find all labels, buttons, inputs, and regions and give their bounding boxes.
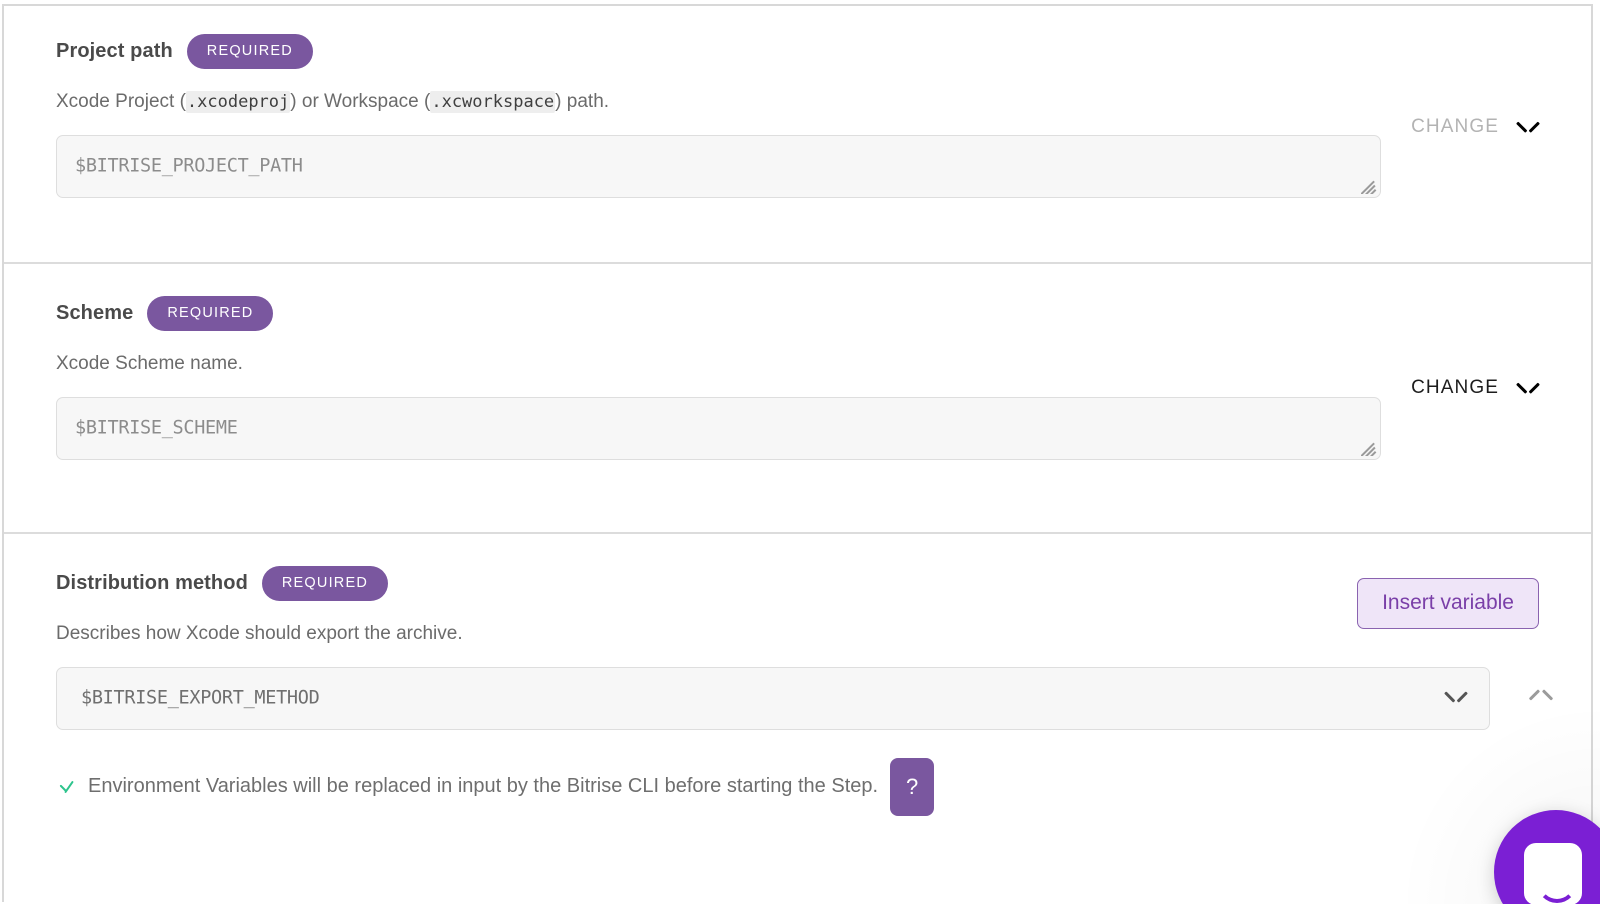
scheme-title: Scheme [56,302,134,324]
scheme-description: Xcode Scheme name. [56,353,243,374]
scheme-change-label: CHANGE [1411,377,1499,398]
distribution-method-select[interactable]: $BITRISE_EXPORT_METHOD [56,666,1490,730]
project-path-change-button[interactable]: CHANGE [1411,116,1539,138]
step-input-editor: Project path REQUIRED Xcode Project (.xc… [0,0,1600,904]
desc-text: ) path. [555,91,610,112]
env-var-note-text: Environment Variables will be replaced i… [88,775,879,798]
scheme-input[interactable]: $BITRISE_SCHEME [56,396,1381,460]
project-path-header: Project path REQUIRED [56,34,1539,69]
desc-text: Xcode Project ( [56,91,186,112]
project-path-title: Project path [56,40,173,62]
resize-grip-icon[interactable] [1361,178,1377,194]
distribution-method-required-badge: REQUIRED [261,566,389,601]
chat-smile-icon [1537,879,1577,903]
project-path-required-badge: REQUIRED [186,34,313,69]
project-path-description: Xcode Project (.xcodeproj) or Workspace … [56,89,1539,115]
chevron-down-icon [1517,382,1539,395]
desc-text: ) or Workspace ( [290,91,431,112]
distribution-method-value: $BITRISE_EXPORT_METHOD [81,687,320,709]
project-path-input[interactable]: $BITRISE_PROJECT_PATH [56,134,1381,198]
env-var-help-button[interactable]: ? [890,757,935,816]
scheme-input-value: $BITRISE_SCHEME [75,417,238,439]
scheme-change-button[interactable]: CHANGE [1411,377,1539,399]
distribution-method-header: Distribution method REQUIRED [56,566,1539,601]
chevron-down-icon [1517,121,1539,134]
section-project-path: Project path REQUIRED Xcode Project (.xc… [4,6,1591,264]
scroll-to-top-button[interactable] [1530,698,1552,716]
distribution-method-title: Distribution method [56,572,248,594]
scheme-header: Scheme REQUIRED [56,296,1539,331]
desc-code-xcworkspace: .xcworkspace [430,91,556,113]
scheme-required-badge: REQUIRED [147,296,274,331]
section-scheme: Scheme REQUIRED Xcode Scheme name. $BITR… [4,264,1591,534]
check-icon [56,776,78,798]
project-path-change-label: CHANGE [1411,116,1499,137]
insert-variable-button[interactable]: Insert variable [1357,578,1539,629]
desc-code-xcodeproj: .xcodeproj [185,91,291,113]
chevron-down-icon [1445,691,1467,704]
project-path-input-value: $BITRISE_PROJECT_PATH [75,155,303,177]
resize-grip-icon[interactable] [1361,440,1377,456]
step-inputs-card: Project path REQUIRED Xcode Project (.xc… [2,4,1593,902]
chat-bubble-icon [1524,843,1582,904]
env-var-note-row: Environment Variables will be replaced i… [56,757,1539,816]
chevron-up-icon [1530,698,1552,711]
section-distribution-method: Distribution method REQUIRED Describes h… [4,534,1591,899]
distribution-method-description: Describes how Xcode should export the ar… [56,623,463,644]
